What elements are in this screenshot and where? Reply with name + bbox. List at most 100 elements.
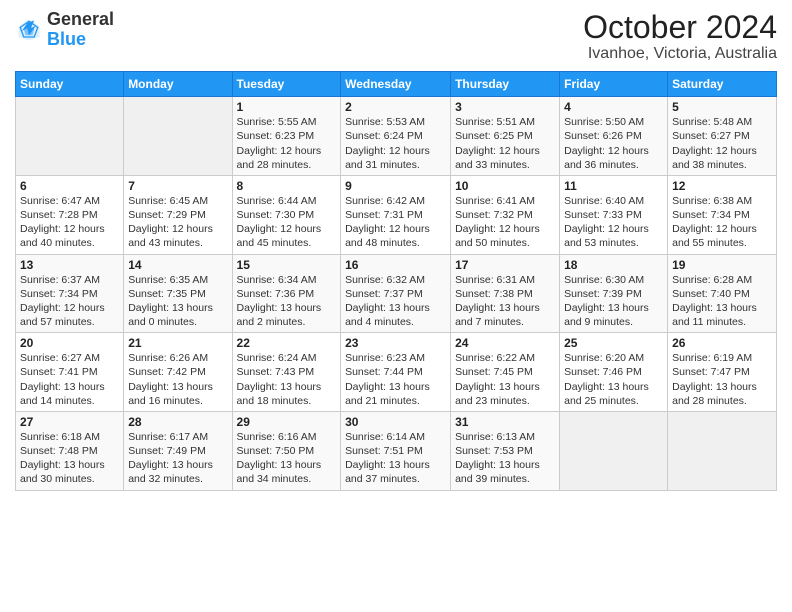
day-number: 9 bbox=[345, 179, 446, 193]
day-number: 1 bbox=[237, 100, 337, 114]
calendar-week-row: 6Sunrise: 6:47 AM Sunset: 7:28 PM Daylig… bbox=[16, 175, 777, 254]
day-number: 23 bbox=[345, 336, 446, 350]
calendar-day-cell: 31Sunrise: 6:13 AM Sunset: 7:53 PM Dayli… bbox=[451, 411, 560, 490]
calendar-day-cell: 4Sunrise: 5:50 AM Sunset: 6:26 PM Daylig… bbox=[560, 97, 668, 176]
header-sunday: Sunday bbox=[16, 72, 124, 97]
day-number: 19 bbox=[672, 258, 772, 272]
calendar-week-row: 13Sunrise: 6:37 AM Sunset: 7:34 PM Dayli… bbox=[16, 254, 777, 333]
day-detail: Sunrise: 5:48 AM Sunset: 6:27 PM Dayligh… bbox=[672, 115, 772, 172]
day-detail: Sunrise: 6:47 AM Sunset: 7:28 PM Dayligh… bbox=[20, 194, 119, 251]
calendar-week-row: 27Sunrise: 6:18 AM Sunset: 7:48 PM Dayli… bbox=[16, 411, 777, 490]
calendar-day-cell: 5Sunrise: 5:48 AM Sunset: 6:27 PM Daylig… bbox=[668, 97, 777, 176]
day-detail: Sunrise: 6:18 AM Sunset: 7:48 PM Dayligh… bbox=[20, 430, 119, 487]
day-detail: Sunrise: 6:44 AM Sunset: 7:30 PM Dayligh… bbox=[237, 194, 337, 251]
day-detail: Sunrise: 6:34 AM Sunset: 7:36 PM Dayligh… bbox=[237, 273, 337, 330]
day-detail: Sunrise: 6:13 AM Sunset: 7:53 PM Dayligh… bbox=[455, 430, 555, 487]
calendar-day-cell: 26Sunrise: 6:19 AM Sunset: 7:47 PM Dayli… bbox=[668, 333, 777, 412]
day-detail: Sunrise: 6:16 AM Sunset: 7:50 PM Dayligh… bbox=[237, 430, 337, 487]
title-block: October 2024 Ivanhoe, Victoria, Australi… bbox=[583, 10, 777, 63]
day-number: 5 bbox=[672, 100, 772, 114]
day-detail: Sunrise: 6:45 AM Sunset: 7:29 PM Dayligh… bbox=[128, 194, 227, 251]
day-detail: Sunrise: 6:26 AM Sunset: 7:42 PM Dayligh… bbox=[128, 351, 227, 408]
day-number: 8 bbox=[237, 179, 337, 193]
logo-general-text: General bbox=[47, 10, 114, 30]
calendar-day-cell: 10Sunrise: 6:41 AM Sunset: 7:32 PM Dayli… bbox=[451, 175, 560, 254]
calendar-page: General Blue October 2024 Ivanhoe, Victo… bbox=[0, 0, 792, 612]
header-tuesday: Tuesday bbox=[232, 72, 341, 97]
day-number: 15 bbox=[237, 258, 337, 272]
day-number: 27 bbox=[20, 415, 119, 429]
day-detail: Sunrise: 6:40 AM Sunset: 7:33 PM Dayligh… bbox=[564, 194, 663, 251]
calendar-day-cell: 28Sunrise: 6:17 AM Sunset: 7:49 PM Dayli… bbox=[124, 411, 232, 490]
calendar-day-cell: 19Sunrise: 6:28 AM Sunset: 7:40 PM Dayli… bbox=[668, 254, 777, 333]
calendar-day-cell: 2Sunrise: 5:53 AM Sunset: 6:24 PM Daylig… bbox=[341, 97, 451, 176]
calendar-table: Sunday Monday Tuesday Wednesday Thursday… bbox=[15, 71, 777, 490]
day-number: 21 bbox=[128, 336, 227, 350]
calendar-day-cell: 9Sunrise: 6:42 AM Sunset: 7:31 PM Daylig… bbox=[341, 175, 451, 254]
day-detail: Sunrise: 5:53 AM Sunset: 6:24 PM Dayligh… bbox=[345, 115, 446, 172]
day-detail: Sunrise: 6:20 AM Sunset: 7:46 PM Dayligh… bbox=[564, 351, 663, 408]
days-header-row: Sunday Monday Tuesday Wednesday Thursday… bbox=[16, 72, 777, 97]
calendar-day-cell bbox=[124, 97, 232, 176]
calendar-day-cell: 14Sunrise: 6:35 AM Sunset: 7:35 PM Dayli… bbox=[124, 254, 232, 333]
calendar-day-cell: 15Sunrise: 6:34 AM Sunset: 7:36 PM Dayli… bbox=[232, 254, 341, 333]
calendar-day-cell: 3Sunrise: 5:51 AM Sunset: 6:25 PM Daylig… bbox=[451, 97, 560, 176]
calendar-title: October 2024 bbox=[583, 10, 777, 45]
day-detail: Sunrise: 6:27 AM Sunset: 7:41 PM Dayligh… bbox=[20, 351, 119, 408]
calendar-day-cell: 16Sunrise: 6:32 AM Sunset: 7:37 PM Dayli… bbox=[341, 254, 451, 333]
calendar-day-cell: 29Sunrise: 6:16 AM Sunset: 7:50 PM Dayli… bbox=[232, 411, 341, 490]
day-number: 17 bbox=[455, 258, 555, 272]
day-number: 25 bbox=[564, 336, 663, 350]
day-detail: Sunrise: 6:41 AM Sunset: 7:32 PM Dayligh… bbox=[455, 194, 555, 251]
calendar-day-cell: 8Sunrise: 6:44 AM Sunset: 7:30 PM Daylig… bbox=[232, 175, 341, 254]
day-detail: Sunrise: 6:30 AM Sunset: 7:39 PM Dayligh… bbox=[564, 273, 663, 330]
calendar-day-cell: 7Sunrise: 6:45 AM Sunset: 7:29 PM Daylig… bbox=[124, 175, 232, 254]
day-detail: Sunrise: 5:55 AM Sunset: 6:23 PM Dayligh… bbox=[237, 115, 337, 172]
calendar-day-cell: 13Sunrise: 6:37 AM Sunset: 7:34 PM Dayli… bbox=[16, 254, 124, 333]
calendar-day-cell: 18Sunrise: 6:30 AM Sunset: 7:39 PM Dayli… bbox=[560, 254, 668, 333]
day-detail: Sunrise: 6:17 AM Sunset: 7:49 PM Dayligh… bbox=[128, 430, 227, 487]
day-number: 30 bbox=[345, 415, 446, 429]
calendar-day-cell: 6Sunrise: 6:47 AM Sunset: 7:28 PM Daylig… bbox=[16, 175, 124, 254]
day-number: 20 bbox=[20, 336, 119, 350]
header-saturday: Saturday bbox=[668, 72, 777, 97]
header-monday: Monday bbox=[124, 72, 232, 97]
day-number: 24 bbox=[455, 336, 555, 350]
day-detail: Sunrise: 5:51 AM Sunset: 6:25 PM Dayligh… bbox=[455, 115, 555, 172]
calendar-day-cell: 20Sunrise: 6:27 AM Sunset: 7:41 PM Dayli… bbox=[16, 333, 124, 412]
day-number: 3 bbox=[455, 100, 555, 114]
logo-blue-text: Blue bbox=[47, 30, 114, 50]
day-detail: Sunrise: 6:14 AM Sunset: 7:51 PM Dayligh… bbox=[345, 430, 446, 487]
calendar-day-cell bbox=[16, 97, 124, 176]
day-detail: Sunrise: 6:23 AM Sunset: 7:44 PM Dayligh… bbox=[345, 351, 446, 408]
day-number: 6 bbox=[20, 179, 119, 193]
header-friday: Friday bbox=[560, 72, 668, 97]
day-detail: Sunrise: 6:37 AM Sunset: 7:34 PM Dayligh… bbox=[20, 273, 119, 330]
day-number: 14 bbox=[128, 258, 227, 272]
day-detail: Sunrise: 5:50 AM Sunset: 6:26 PM Dayligh… bbox=[564, 115, 663, 172]
day-detail: Sunrise: 6:28 AM Sunset: 7:40 PM Dayligh… bbox=[672, 273, 772, 330]
day-number: 18 bbox=[564, 258, 663, 272]
calendar-day-cell bbox=[668, 411, 777, 490]
day-detail: Sunrise: 6:42 AM Sunset: 7:31 PM Dayligh… bbox=[345, 194, 446, 251]
calendar-day-cell: 17Sunrise: 6:31 AM Sunset: 7:38 PM Dayli… bbox=[451, 254, 560, 333]
day-number: 26 bbox=[672, 336, 772, 350]
day-number: 12 bbox=[672, 179, 772, 193]
day-number: 10 bbox=[455, 179, 555, 193]
day-detail: Sunrise: 6:35 AM Sunset: 7:35 PM Dayligh… bbox=[128, 273, 227, 330]
calendar-body: 1Sunrise: 5:55 AM Sunset: 6:23 PM Daylig… bbox=[16, 97, 777, 490]
calendar-day-cell: 30Sunrise: 6:14 AM Sunset: 7:51 PM Dayli… bbox=[341, 411, 451, 490]
logo-icon bbox=[15, 16, 43, 44]
calendar-day-cell: 22Sunrise: 6:24 AM Sunset: 7:43 PM Dayli… bbox=[232, 333, 341, 412]
calendar-day-cell: 24Sunrise: 6:22 AM Sunset: 7:45 PM Dayli… bbox=[451, 333, 560, 412]
day-detail: Sunrise: 6:31 AM Sunset: 7:38 PM Dayligh… bbox=[455, 273, 555, 330]
header-thursday: Thursday bbox=[451, 72, 560, 97]
day-number: 28 bbox=[128, 415, 227, 429]
day-number: 13 bbox=[20, 258, 119, 272]
calendar-day-cell: 27Sunrise: 6:18 AM Sunset: 7:48 PM Dayli… bbox=[16, 411, 124, 490]
header-wednesday: Wednesday bbox=[341, 72, 451, 97]
calendar-subtitle: Ivanhoe, Victoria, Australia bbox=[583, 45, 777, 63]
calendar-week-row: 20Sunrise: 6:27 AM Sunset: 7:41 PM Dayli… bbox=[16, 333, 777, 412]
day-detail: Sunrise: 6:19 AM Sunset: 7:47 PM Dayligh… bbox=[672, 351, 772, 408]
calendar-day-cell: 12Sunrise: 6:38 AM Sunset: 7:34 PM Dayli… bbox=[668, 175, 777, 254]
